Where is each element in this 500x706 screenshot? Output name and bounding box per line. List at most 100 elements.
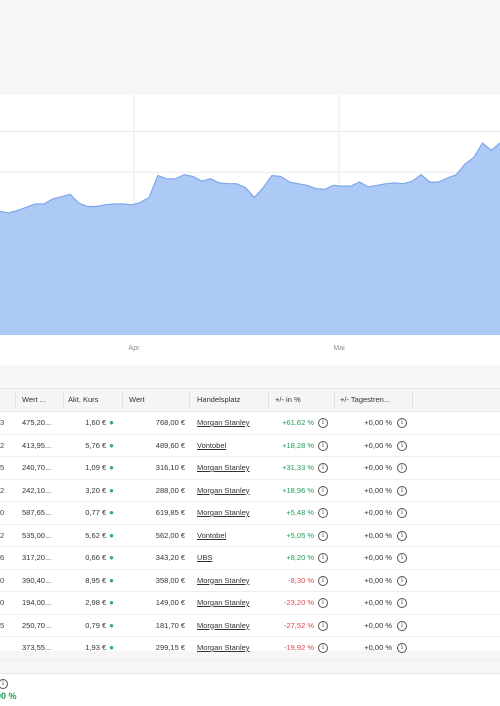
current-value: 619,85 €	[155, 508, 185, 517]
day-trend-percent: +0,00 %	[364, 575, 392, 585]
info-icon[interactable]: i	[318, 508, 328, 519]
current-price: 1,60 € ●	[68, 412, 114, 434]
info-icon[interactable]: i	[318, 485, 328, 496]
table-row[interactable]: 5 240,70... 1,09 € ● 316,10 € Morgan Stanley +…	[0, 457, 500, 480]
trading-venue-link[interactable]: Morgan Stanley	[197, 592, 250, 614]
row-cut-value	[0, 637, 4, 659]
current-value: 288,00 €	[155, 485, 185, 495]
current-price: 0,77 € ●	[68, 502, 114, 524]
trading-venue-link[interactable]: Morgan Stanley	[197, 502, 250, 524]
col-header-wert-1[interactable]: Wert ...	[22, 389, 60, 411]
info-icon[interactable]: i	[318, 643, 328, 654]
status-dot-icon: ●	[109, 575, 114, 585]
col-header-tagestrend[interactable]: +/- Tagestren...	[340, 389, 408, 411]
trading-venue-link[interactable]: Morgan Stanley	[197, 480, 250, 502]
trading-venue-link[interactable]: Morgan Stanley	[197, 637, 250, 659]
col-header-akt-kurs[interactable]: Akt. Kurs	[68, 389, 118, 411]
change-percent: +5,48 %	[286, 508, 314, 517]
table-row[interactable]: 0 194,00... 2,98 € ● 149,00 € Morgan Stanley -…	[0, 592, 500, 615]
info-icon[interactable]: i	[318, 620, 328, 631]
change-info: i	[318, 592, 328, 614]
change-info: i	[318, 525, 328, 547]
purchase-value: 535,00...	[22, 530, 52, 540]
table-row[interactable]: 2 242,10... 3,20 € ● 288,00 € Morgan Stanley +…	[0, 480, 500, 502]
purchase-value: 390,40...	[22, 575, 52, 585]
row-cut-value: 0	[0, 598, 5, 607]
info-icon[interactable]: i	[397, 418, 407, 429]
trading-venue-link[interactable]: Morgan Stanley	[197, 570, 250, 592]
info-icon[interactable]: i	[397, 553, 407, 564]
table-row[interactable]: 2 535,00... 5,62 € ● 562,00 € Vontobel +5,05 %…	[0, 525, 500, 547]
x-tick-label: Mai	[333, 345, 345, 352]
change-percent: -23,20 %	[283, 598, 314, 607]
purchase-value: 475,20...	[22, 418, 52, 427]
change-info: i	[318, 547, 328, 569]
current-price-value: 3,20 €	[85, 485, 107, 495]
header-divider	[189, 393, 190, 407]
day-trend-percent: +0,00 %	[364, 508, 392, 517]
trading-venue-link[interactable]: Morgan Stanley	[197, 412, 250, 434]
table-row[interactable]: 6 317,20... 0,66 € ● 343,20 € UBS +8,20 % i +0,0…	[0, 547, 500, 570]
header-divider	[412, 393, 413, 407]
day-trend-percent: +0,00 %	[364, 418, 392, 427]
day-trend-percent: +0,00 %	[364, 530, 392, 540]
change-percent: -19,92 %	[283, 643, 314, 652]
purchase-value: 373,55...	[22, 643, 52, 652]
trend-info: i	[397, 570, 407, 592]
info-icon[interactable]: i	[318, 463, 328, 474]
info-icon[interactable]: i	[397, 440, 407, 451]
current-value: 299,15 €	[155, 643, 185, 652]
table-row[interactable]: 2 413,95... 5,76 € ● 489,60 € Vontobel +18,28 …	[0, 435, 500, 457]
change-percent: +31,33 %	[282, 463, 314, 472]
purchase-value: 317,20...	[22, 553, 52, 562]
info-icon[interactable]: i	[397, 530, 407, 541]
info-icon[interactable]: i	[397, 575, 407, 586]
purchase-value: 250,70...	[22, 620, 52, 630]
table-row[interactable]: 0 587,65... 0,77 € ● 619,85 € Morgan Stanley +…	[0, 502, 500, 525]
trading-venue-link[interactable]: Vontobel	[197, 525, 226, 547]
info-icon[interactable]: i	[397, 643, 407, 654]
info-icon[interactable]: i	[397, 598, 407, 609]
info-icon[interactable]: i	[397, 508, 407, 519]
current-price: 8,95 € ●	[68, 570, 114, 592]
info-icon[interactable]: i	[318, 575, 328, 586]
trading-venue-link[interactable]: Vontobel	[197, 435, 226, 457]
col-header-handelsplatz[interactable]: Handelsplatz	[197, 389, 262, 411]
info-icon[interactable]: i	[397, 485, 407, 496]
info-icon[interactable]: i	[318, 530, 328, 541]
table-row[interactable]: 3 475,20... 1,60 € ● 768,00 € Morgan Stanley +…	[0, 412, 500, 435]
info-icon[interactable]: i	[318, 418, 328, 429]
col-header-wert-2[interactable]: Wert	[129, 389, 179, 411]
current-value: 358,00 €	[155, 575, 185, 585]
table-row[interactable]: 5 250,70... 0,79 € ● 181,70 € Morgan Stanley -…	[0, 615, 500, 637]
current-price: 0,79 € ●	[68, 615, 114, 637]
current-price: 2,98 € ●	[68, 592, 114, 614]
change-info: i	[318, 480, 328, 502]
trading-venue-link[interactable]: UBS	[197, 547, 212, 569]
purchase-value: 242,10...	[22, 485, 52, 495]
day-trend-percent: +0,00 %	[364, 643, 392, 652]
table-row[interactable]: 373,55... 1,93 € ● 299,15 € Morgan Stanley -1…	[0, 637, 500, 660]
trend-info: i	[397, 547, 407, 569]
trading-venue-link[interactable]: Morgan Stanley	[197, 457, 250, 479]
info-icon[interactable]: i	[0, 679, 8, 689]
trend-info: i	[397, 480, 407, 502]
info-icon[interactable]: i	[397, 620, 407, 631]
purchase-value: 240,70...	[22, 463, 52, 472]
info-icon[interactable]: i	[397, 463, 407, 474]
trading-venue-link[interactable]: Morgan Stanley	[197, 615, 250, 637]
current-price-value: 8,95 €	[85, 575, 107, 585]
info-icon[interactable]: i	[318, 598, 328, 609]
status-dot-icon: ●	[109, 643, 114, 652]
table-row[interactable]: 0 390,40... 8,95 € ● 358,00 € Morgan Stanley -…	[0, 570, 500, 592]
current-value: 149,00 €	[155, 598, 185, 607]
current-price-value: 1,93 €	[85, 643, 107, 652]
day-trend-percent: +0,00 %	[364, 553, 392, 562]
change-percent: -8,30 %	[288, 575, 314, 585]
current-price-value: 1,60 €	[85, 418, 107, 427]
col-header-pct[interactable]: +/- in %	[275, 389, 330, 411]
info-icon[interactable]: i	[318, 440, 328, 451]
header-divider	[334, 393, 335, 407]
change-info: i	[318, 570, 328, 592]
info-icon[interactable]: i	[318, 553, 328, 564]
